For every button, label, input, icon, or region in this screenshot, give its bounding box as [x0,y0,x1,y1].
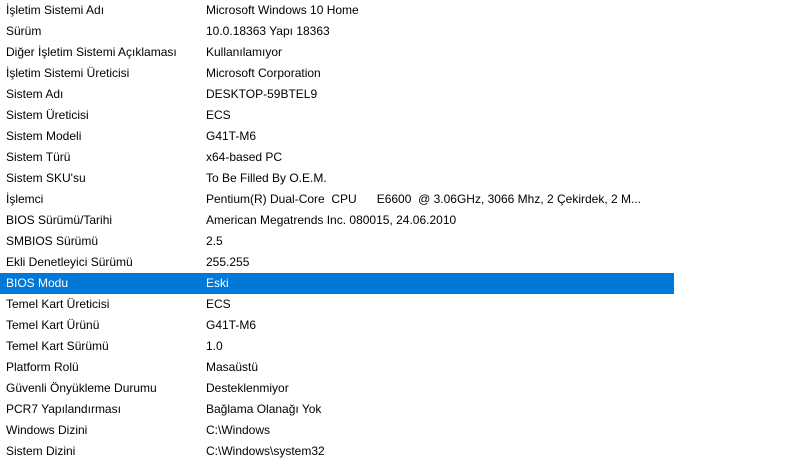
item-label: Sistem Türü [6,150,71,164]
list-row-system-sku[interactable]: Sistem SKU'su To Be Filled By O.E.M. [0,168,674,189]
item-value: G41T-M6 [206,129,257,143]
list-row-os-manufacturer[interactable]: İşletim Sistemi Üreticisi Microsoft Corp… [0,63,674,84]
item-label: Temel Kart Ürünü [6,318,100,332]
list-row-other-os-description[interactable]: Diğer İşletim Sistemi Açıklaması Kullanı… [0,42,674,63]
item-value: DESKTOP-59BTEL9 [206,87,318,101]
list-row-system-name[interactable]: Sistem Adı DESKTOP-59BTEL9 [0,84,674,105]
list-row-os-name[interactable]: İşletim Sistemi Adı Microsoft Windows 10… [0,0,674,21]
list-row-embedded-controller-version[interactable]: Ekli Denetleyici Sürümü 255.255 [0,252,674,273]
list-row-secure-boot-state[interactable]: Güvenli Önyükleme Durumu Desteklenmiyor [0,378,674,399]
list-row-system-model[interactable]: Sistem Modeli G41T-M6 [0,126,674,147]
list-row-system-directory[interactable]: Sistem Dizini C:\Windows\system32 [0,441,674,462]
item-label: Sistem SKU'su [6,171,86,185]
list-row-pcr7-configuration[interactable]: PCR7 Yapılandırması Bağlama Olanağı Yok [0,399,674,420]
item-value: Bağlama Olanağı Yok [206,402,322,416]
item-value: 2.5 [206,234,223,248]
item-label: Güvenli Önyükleme Durumu [6,381,157,395]
item-label: SMBIOS Sürümü [6,234,99,248]
list-row-bios-mode-selected[interactable]: BIOS Modu Eski [0,273,674,294]
list-row-smbios-version[interactable]: SMBIOS Sürümü 2.5 [0,231,674,252]
list-row-system-manufacturer[interactable]: Sistem Üreticisi ECS [0,105,674,126]
item-value: ECS [206,297,231,311]
item-value: Masaüstü [206,360,259,374]
item-label: Sürüm [6,24,42,38]
item-value: Kullanılamıyor [206,45,283,59]
list-row-system-type[interactable]: Sistem Türü x64-based PC [0,147,674,168]
list-row-version[interactable]: Sürüm 10.0.18363 Yapı 18363 [0,21,674,42]
list-row-baseboard-manufacturer[interactable]: Temel Kart Üreticisi ECS [0,294,674,315]
list-row-windows-directory[interactable]: Windows Dizini C:\Windows [0,420,674,441]
item-value: Desteklenmiyor [206,381,289,395]
item-label: BIOS Modu [6,276,69,290]
list-row-baseboard-version[interactable]: Temel Kart Sürümü 1.0 [0,336,674,357]
item-label: Diğer İşletim Sistemi Açıklaması [6,45,177,59]
item-value: Eski [206,276,229,290]
system-summary-list: İşletim Sistemi Adı Microsoft Windows 10… [0,0,809,462]
item-value: C:\Windows\system32 [206,444,325,458]
item-label: Sistem Adı [6,87,64,101]
list-row-platform-role[interactable]: Platform Rolü Masaüstü [0,357,674,378]
item-label: Sistem Modeli [6,129,82,143]
item-label: Ekli Denetleyici Sürümü [6,255,133,269]
item-label: Windows Dizini [6,423,88,437]
item-value: 1.0 [206,339,223,353]
item-label: BIOS Sürümü/Tarihi [6,213,113,227]
item-value: To Be Filled By O.E.M. [206,171,327,185]
item-value: Microsoft Windows 10 Home [206,3,359,17]
item-label: Sistem Üreticisi [6,108,89,122]
item-label: İşletim Sistemi Üreticisi [6,66,130,80]
item-value: x64-based PC [206,150,283,164]
item-value: Pentium(R) Dual-Core CPU E6600 @ 3.06GHz… [206,192,642,206]
item-value: American Megatrends Inc. 080015, 24.06.2… [206,213,457,227]
item-label: Platform Rolü [6,360,79,374]
item-value: G41T-M6 [206,318,257,332]
item-value: C:\Windows [206,423,271,437]
item-label: İşletim Sistemi Adı [6,3,105,17]
item-value: ECS [206,108,231,122]
item-label: Temel Kart Üreticisi [6,297,110,311]
item-label: Sistem Dizini [6,444,76,458]
item-value: 10.0.18363 Yapı 18363 [206,24,330,38]
list-row-baseboard-product[interactable]: Temel Kart Ürünü G41T-M6 [0,315,674,336]
item-value: 255.255 [206,255,250,269]
item-label: PCR7 Yapılandırması [6,402,121,416]
item-label: İşlemci [6,192,44,206]
list-row-bios-version-date[interactable]: BIOS Sürümü/Tarihi American Megatrends I… [0,210,674,231]
item-value: Microsoft Corporation [206,66,321,80]
list-row-processor[interactable]: İşlemci Pentium(R) Dual-Core CPU E6600 @… [0,189,674,210]
item-label: Temel Kart Sürümü [6,339,109,353]
